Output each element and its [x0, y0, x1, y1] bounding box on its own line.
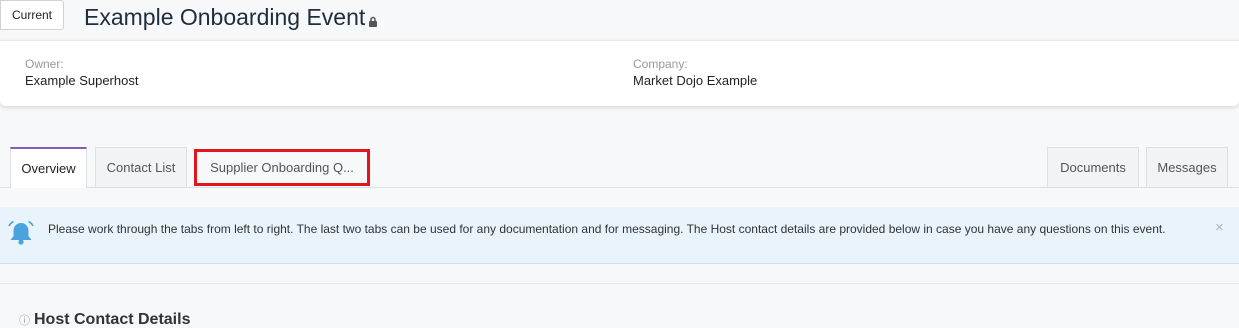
owner-field: Owner: Example Superhost — [25, 57, 138, 88]
close-icon[interactable]: × — [1215, 219, 1224, 236]
tab-overview[interactable]: Overview — [10, 147, 87, 188]
company-label: Company: — [633, 57, 688, 71]
event-info-card: Owner: Example Superhost Company: Market… — [0, 40, 1239, 106]
section-header: ⓘ Host Contact Details — [19, 311, 190, 328]
tab-contact-list[interactable]: Contact List — [95, 147, 187, 187]
owner-value: Example Superhost — [25, 73, 139, 88]
event-title-text: Example Onboarding Event — [84, 4, 366, 30]
section-title: Host Contact Details — [34, 311, 191, 328]
page-title: Example Onboarding Event — [84, 2, 378, 33]
alert-message: Please work through the tabs from left t… — [48, 222, 1166, 236]
tab-documents[interactable]: Documents — [1047, 147, 1139, 187]
tab-supplier-onboarding[interactable]: Supplier Onboarding Q... — [194, 149, 370, 186]
bell-icon — [6, 220, 36, 251]
company-field: Company: Market Dojo Example — [633, 57, 757, 88]
tab-bar: Overview Contact List Supplier Onboardin… — [0, 147, 1239, 188]
lock-icon — [368, 6, 378, 33]
company-value: Market Dojo Example — [633, 73, 758, 88]
info-alert: Please work through the tabs from left t… — [0, 207, 1239, 264]
tab-messages[interactable]: Messages — [1146, 147, 1228, 187]
event-status-badge: Current — [0, 0, 64, 30]
host-contact-section: ⓘ Host Contact Details — [0, 283, 1239, 328]
owner-label: Owner: — [25, 57, 64, 71]
info-icon: ⓘ — [19, 315, 30, 327]
